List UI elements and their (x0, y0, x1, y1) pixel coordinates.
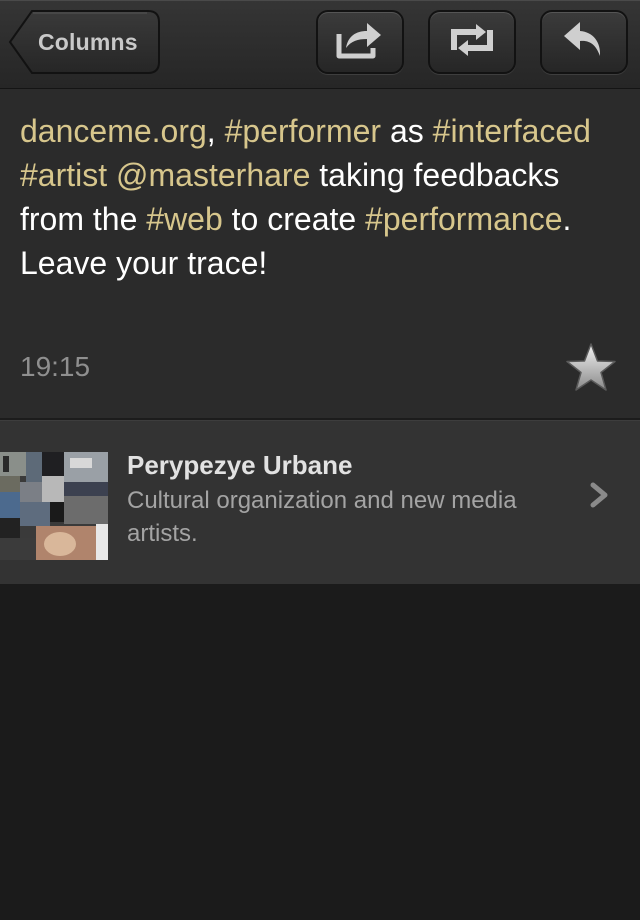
tweet-mention[interactable]: @masterhare (116, 157, 310, 193)
tweet-text-segment: , (206, 113, 225, 149)
tweet-hashtag[interactable]: #artist (20, 157, 107, 193)
tweet-hashtag[interactable]: #performer (225, 113, 382, 149)
retweet-button[interactable] (428, 10, 516, 74)
retweet-icon (448, 20, 496, 65)
toolbar: Columns (0, 0, 640, 89)
columns-back-label: Columns (38, 29, 138, 55)
tweet-link[interactable]: danceme.org (20, 113, 207, 149)
tweet-detail: danceme.org, #performer as #interfaced #… (0, 89, 640, 418)
profile-description: Cultural organization and new media arti… (127, 487, 517, 547)
tweet-text-segment: to create (222, 201, 366, 237)
tweet-text-segment: Leave your trace! (20, 245, 268, 281)
reply-icon (560, 20, 608, 65)
reply-button[interactable] (540, 10, 628, 74)
tweet-text-segment: . (562, 201, 572, 237)
tweet-hashtag[interactable]: #web (146, 201, 223, 237)
tweet-hashtag[interactable]: #interfaced (433, 113, 591, 149)
tweet-text-segment (107, 157, 116, 193)
chevron-right-icon[interactable] (588, 481, 612, 509)
profile-name: Perypezye Urbane (127, 450, 353, 480)
tweet-text-segment: as (381, 113, 433, 149)
share-icon (336, 20, 384, 65)
tweet-hashtag[interactable]: #performance (365, 201, 562, 237)
tweet-timestamp: 19:15 (20, 351, 91, 382)
star-icon[interactable] (565, 342, 617, 394)
share-button[interactable] (316, 10, 404, 74)
collage-avatar[interactable] (0, 452, 108, 560)
columns-back-button[interactable]: Columns (8, 10, 160, 74)
tweet-text: danceme.org, #performer as #interfaced #… (20, 109, 620, 285)
